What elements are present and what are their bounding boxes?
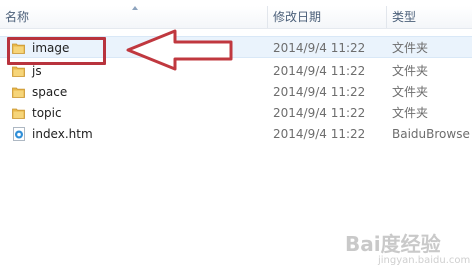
- baidu-watermark-url: jingyan.baidu.com: [378, 255, 471, 266]
- baidu-watermark: Bai度经验: [345, 232, 441, 256]
